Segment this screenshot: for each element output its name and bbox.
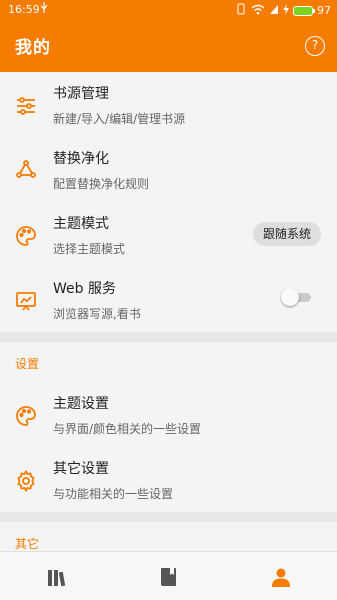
nav-explore[interactable] xyxy=(112,552,224,600)
main-section: 书源管理 新建/导入/编辑/管理书源 替换净化 配置替换净化规则 主题模式 选择… xyxy=(0,72,337,332)
item-subtitle: 选择主题模式 xyxy=(53,242,126,256)
section-header-settings: 设置 xyxy=(0,342,337,382)
recycle-icon xyxy=(14,159,38,183)
bottom-navigation xyxy=(0,551,337,600)
item-theme-mode[interactable]: 主题模式 选择主题模式 跟随系统 xyxy=(0,202,337,267)
status-time: 16:59 xyxy=(8,3,40,16)
item-theme-settings[interactable]: 主题设置 与界面/颜色相关的一些设置 xyxy=(0,382,337,447)
item-subtitle: 与界面/颜色相关的一些设置 xyxy=(53,422,202,436)
item-replace-rules[interactable]: 替换净化 配置替换净化规则 xyxy=(0,137,337,202)
item-other-settings[interactable]: 其它设置 与功能相关的一些设置 xyxy=(0,447,337,512)
usb-icon xyxy=(40,2,48,17)
item-title: 主题模式 xyxy=(53,216,109,232)
section-divider xyxy=(0,512,337,522)
battery-level: 97 xyxy=(317,4,331,17)
wifi-icon xyxy=(251,4,265,18)
top-app-bar: 16:59 97 我的 ? xyxy=(0,0,337,72)
item-title: 主题设置 xyxy=(53,396,109,412)
palette-icon xyxy=(14,224,38,248)
help-label: ? xyxy=(311,38,319,52)
item-web-service[interactable]: Web 服务 浏览器写源,看书 xyxy=(0,267,337,332)
section-header-label: 其它 xyxy=(15,537,40,551)
section-header-other: 其它 xyxy=(0,522,337,551)
theme-mode-value[interactable]: 跟随系统 xyxy=(252,222,321,246)
help-circle-icon[interactable]: ? xyxy=(305,36,325,56)
item-book-source[interactable]: 书源管理 新建/导入/编辑/管理书源 xyxy=(0,72,337,137)
person-icon xyxy=(272,568,290,587)
item-subtitle: 浏览器写源,看书 xyxy=(53,307,141,321)
nav-bookshelf[interactable] xyxy=(0,552,112,600)
item-subtitle: 配置替换净化规则 xyxy=(53,177,150,191)
section-header-label: 设置 xyxy=(15,357,40,371)
sliders-icon xyxy=(14,94,38,118)
status-bar: 16:59 97 xyxy=(0,0,337,20)
web-service-toggle[interactable] xyxy=(281,288,311,306)
charging-icon xyxy=(283,3,289,18)
page-title: 我的 xyxy=(15,38,51,58)
bookshelf-icon xyxy=(48,570,66,587)
item-subtitle: 新建/导入/编辑/管理书源 xyxy=(53,112,186,126)
palette-icon xyxy=(14,404,38,428)
battery-icon xyxy=(293,5,315,16)
gear-icon xyxy=(14,469,38,493)
nav-my[interactable] xyxy=(224,552,336,600)
toggle-thumb xyxy=(281,288,299,306)
item-title: 其它设置 xyxy=(53,461,109,477)
item-subtitle: 与功能相关的一些设置 xyxy=(53,487,174,501)
settings-section: 设置 主题设置 与界面/颜色相关的一些设置 其它设置 与功能相关的一些设置 xyxy=(0,342,337,512)
status-right-group: 97 xyxy=(235,3,331,18)
other-section: 其它 xyxy=(0,522,337,551)
web-service-icon xyxy=(14,289,38,313)
section-divider xyxy=(0,332,337,342)
vibrate-icon xyxy=(235,3,247,18)
explore-book-icon xyxy=(161,568,176,586)
content-scroll[interactable]: 书源管理 新建/导入/编辑/管理书源 替换净化 配置替换净化规则 主题模式 选择… xyxy=(0,72,337,551)
item-title: Web 服务 xyxy=(53,281,116,297)
item-title: 书源管理 xyxy=(53,86,109,102)
signal-icon xyxy=(269,4,279,18)
item-title: 替换净化 xyxy=(53,151,109,167)
